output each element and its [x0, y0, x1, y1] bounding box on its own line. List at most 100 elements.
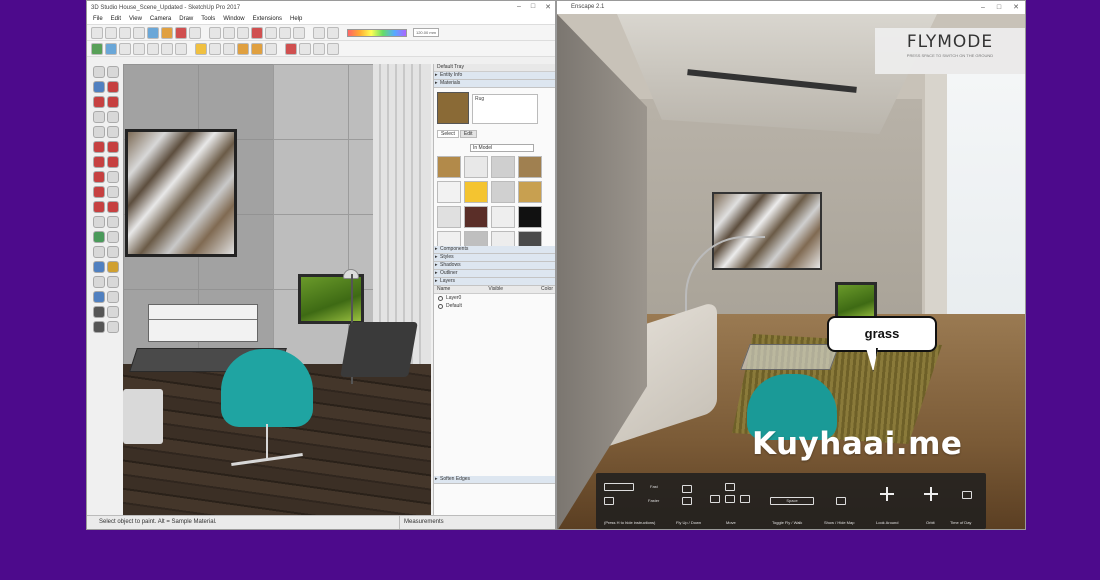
component-icon[interactable] — [161, 26, 173, 39]
material-swatch[interactable] — [464, 156, 488, 178]
material-name-field[interactable]: Rug — [472, 94, 538, 124]
zoom-icon[interactable] — [237, 26, 249, 39]
material-swatch[interactable] — [437, 156, 461, 178]
look-around-tool-icon[interactable] — [107, 306, 119, 318]
close-icon[interactable]: ✕ — [545, 3, 551, 11]
layer-radio-icon[interactable] — [438, 295, 443, 301]
tape-icon[interactable] — [189, 26, 201, 39]
menu-extensions[interactable]: Extensions — [253, 16, 282, 22]
material-swatch[interactable] — [437, 206, 461, 228]
previous-view-icon[interactable] — [107, 291, 119, 303]
enscape-views-icon[interactable] — [313, 42, 325, 55]
select-icon[interactable] — [147, 26, 159, 39]
tray-materials[interactable]: Materials — [434, 80, 555, 88]
orbit-tool-icon[interactable] — [93, 261, 105, 273]
sketchup-viewport[interactable] — [123, 64, 431, 516]
delete-icon[interactable] — [251, 26, 263, 39]
three-point-arc-icon[interactable] — [107, 156, 119, 168]
material-swatch[interactable] — [437, 181, 461, 203]
left-view-icon[interactable] — [175, 42, 187, 55]
tape-measure-icon[interactable] — [93, 216, 105, 228]
tray-shadows[interactable]: Shadows — [434, 262, 555, 270]
position-camera-tool-icon[interactable] — [93, 306, 105, 318]
position-camera-icon[interactable] — [279, 26, 291, 39]
scale-tool-icon[interactable] — [93, 201, 105, 213]
tray-styles[interactable]: Styles — [434, 254, 555, 262]
save-icon[interactable] — [119, 26, 131, 39]
tab-select[interactable]: Select — [437, 130, 459, 138]
monochrome-icon[interactable] — [265, 42, 277, 55]
pan-icon[interactable] — [223, 26, 235, 39]
tray-soften-edges[interactable]: Soften Edges — [434, 476, 555, 484]
offset-tool-icon[interactable] — [107, 201, 119, 213]
xray-icon[interactable] — [195, 42, 207, 55]
rotate-tool-icon[interactable] — [93, 186, 105, 198]
right-view-icon[interactable] — [147, 42, 159, 55]
textured-icon[interactable] — [251, 42, 263, 55]
walk-icon[interactable] — [265, 26, 277, 39]
dimension-tool-icon[interactable] — [107, 216, 119, 228]
sandbox-icon[interactable] — [91, 42, 103, 55]
tray-entity-info[interactable]: Entity Info — [434, 72, 555, 80]
shadow-time-slider[interactable] — [347, 28, 407, 37]
freehand-tool-icon[interactable] — [107, 96, 119, 108]
move-tool-icon[interactable] — [93, 171, 105, 183]
make-component-icon[interactable] — [107, 66, 119, 78]
enscape-settings-icon[interactable] — [327, 42, 339, 55]
tray-components[interactable]: Components — [434, 246, 555, 254]
section-plane-tool-icon[interactable] — [107, 321, 119, 333]
menu-tools[interactable]: Tools — [201, 16, 215, 22]
layer-radio-icon[interactable] — [438, 303, 443, 309]
close-icon[interactable]: ✕ — [1013, 1, 1019, 14]
top-view-icon[interactable] — [119, 42, 131, 55]
zoom-extents-icon[interactable] — [93, 291, 105, 303]
zoom-window-icon[interactable] — [107, 276, 119, 288]
axes-tool-icon[interactable] — [93, 246, 105, 258]
tab-edit[interactable]: Edit — [459, 130, 477, 138]
material-swatch[interactable] — [518, 181, 542, 203]
walk-tool-icon[interactable] — [93, 321, 105, 333]
new-file-icon[interactable] — [91, 26, 103, 39]
zoom-tool-icon[interactable] — [93, 276, 105, 288]
back-view-icon[interactable] — [161, 42, 173, 55]
pan-tool-icon[interactable] — [107, 261, 119, 273]
menu-camera[interactable]: Camera — [150, 16, 171, 22]
line-tool-icon[interactable] — [93, 96, 105, 108]
minimize-icon[interactable]: – — [981, 1, 985, 14]
rotated-rectangle-icon[interactable] — [107, 111, 119, 123]
circle-tool-icon[interactable] — [93, 126, 105, 138]
material-swatch[interactable] — [464, 206, 488, 228]
arc-tool-icon[interactable] — [93, 141, 105, 153]
maximize-icon[interactable]: □ — [531, 3, 535, 11]
select-tool-icon[interactable] — [93, 66, 105, 78]
layer-row[interactable]: Layer0 — [434, 294, 555, 302]
material-swatch[interactable] — [464, 181, 488, 203]
menu-window[interactable]: Window — [223, 16, 244, 22]
enscape-start-icon[interactable] — [285, 42, 297, 55]
text-tool-icon[interactable] — [107, 231, 119, 243]
material-category-select[interactable]: In Model — [470, 144, 534, 152]
menu-draw[interactable]: Draw — [179, 16, 193, 22]
material-swatch[interactable] — [491, 156, 515, 178]
enscape-sync-icon[interactable] — [299, 42, 311, 55]
tray-layers[interactable]: Layers — [434, 278, 555, 286]
tray-outliner[interactable]: Outliner — [434, 270, 555, 278]
menu-view[interactable]: View — [129, 16, 142, 22]
menu-edit[interactable]: Edit — [111, 16, 121, 22]
protractor-icon[interactable] — [93, 231, 105, 243]
section-plane-icon[interactable] — [313, 26, 325, 39]
material-swatch[interactable] — [518, 156, 542, 178]
measurements-box[interactable]: Measurements — [399, 516, 479, 529]
push-pull-icon[interactable] — [107, 171, 119, 183]
eraser-tool-icon[interactable] — [107, 81, 119, 93]
eraser-icon[interactable] — [175, 26, 187, 39]
shaded-icon[interactable] — [237, 42, 249, 55]
print-icon[interactable] — [133, 26, 145, 39]
minimize-icon[interactable]: – — [517, 3, 521, 11]
open-file-icon[interactable] — [105, 26, 117, 39]
pie-tool-icon[interactable] — [93, 156, 105, 168]
orbit-icon[interactable] — [209, 26, 221, 39]
look-around-icon[interactable] — [293, 26, 305, 39]
layer-row[interactable]: Default — [434, 302, 555, 310]
material-swatch[interactable] — [518, 206, 542, 228]
